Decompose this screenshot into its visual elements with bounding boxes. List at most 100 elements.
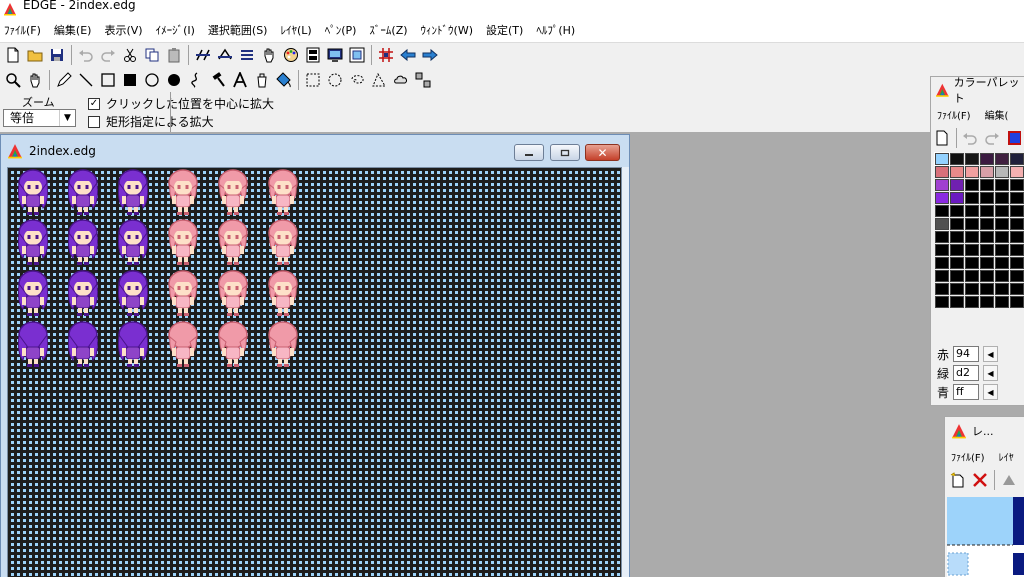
palette-swatch[interactable] bbox=[950, 205, 964, 217]
palette-swatch[interactable] bbox=[965, 296, 979, 308]
blue-value-input[interactable]: ff bbox=[953, 384, 979, 400]
palette-swatch[interactable] bbox=[935, 192, 949, 204]
menu-selection[interactable]: 選択範囲(S) bbox=[204, 22, 277, 38]
hammer-tool-button[interactable] bbox=[207, 69, 229, 91]
lasso-select-button[interactable] bbox=[346, 69, 368, 91]
text-tool-button[interactable] bbox=[229, 69, 251, 91]
new-layer-button[interactable] bbox=[947, 469, 969, 491]
copy-button[interactable] bbox=[141, 44, 163, 66]
palette-swatch[interactable] bbox=[935, 283, 949, 295]
palette-titlebar[interactable]: カラーパレット bbox=[931, 76, 1024, 105]
palette-swatch[interactable] bbox=[980, 153, 994, 165]
layer-up-button[interactable] bbox=[998, 469, 1020, 491]
palette-swatch[interactable] bbox=[1010, 283, 1024, 295]
film-button[interactable] bbox=[302, 44, 324, 66]
close-button[interactable]: ✕ bbox=[585, 144, 620, 161]
palette-swatch[interactable] bbox=[965, 283, 979, 295]
palette-swatch[interactable] bbox=[980, 231, 994, 243]
zoom-level-select[interactable]: 等倍 ▼ bbox=[3, 109, 76, 127]
palette-swatch[interactable] bbox=[935, 296, 949, 308]
palette-swatch[interactable] bbox=[965, 179, 979, 191]
palette-swatch[interactable] bbox=[995, 192, 1009, 204]
palette-swatch[interactable] bbox=[1010, 205, 1024, 217]
menu-edit[interactable]: 編集(E) bbox=[50, 22, 101, 38]
palette-swatch[interactable] bbox=[965, 270, 979, 282]
palette-swatch[interactable] bbox=[980, 270, 994, 282]
next-window-button[interactable] bbox=[419, 44, 441, 66]
zoom-tool-button[interactable] bbox=[2, 69, 24, 91]
palette-swatch[interactable] bbox=[980, 166, 994, 178]
line-tool-button[interactable] bbox=[75, 69, 97, 91]
palette-swatch[interactable] bbox=[1010, 179, 1024, 191]
palette-swatch[interactable] bbox=[1010, 166, 1024, 178]
vertical-scrollbar[interactable] bbox=[622, 167, 629, 577]
paste-button[interactable] bbox=[163, 44, 185, 66]
palette-swatch[interactable] bbox=[980, 205, 994, 217]
menu-layer[interactable]: ﾚｲﾔ(L) bbox=[276, 22, 320, 38]
palette-swatch[interactable] bbox=[935, 166, 949, 178]
menu-window[interactable]: ｳｨﾝﾄﾞｳ(W) bbox=[417, 22, 482, 38]
palette-swatch[interactable] bbox=[965, 205, 979, 217]
open-file-button[interactable] bbox=[24, 44, 46, 66]
new-file-button[interactable] bbox=[2, 44, 24, 66]
menu-view[interactable]: 表示(V) bbox=[100, 22, 151, 38]
palette-swatch[interactable] bbox=[995, 283, 1009, 295]
hand-scroll-button[interactable] bbox=[24, 69, 46, 91]
palette-swatch[interactable] bbox=[995, 218, 1009, 230]
preview-button[interactable] bbox=[324, 44, 346, 66]
rect-zoom-option[interactable]: 矩形指定による拡大 bbox=[88, 113, 214, 130]
palette-swatch[interactable] bbox=[950, 244, 964, 256]
menu-file[interactable]: ﾌｧｲﾙ(F) bbox=[0, 22, 50, 38]
grid-button[interactable] bbox=[375, 44, 397, 66]
palette-swatch[interactable] bbox=[980, 296, 994, 308]
undo-button[interactable] bbox=[75, 44, 97, 66]
palette-color-button[interactable] bbox=[1002, 127, 1024, 149]
fullscreen-button[interactable] bbox=[346, 44, 368, 66]
filled-rect-tool-button[interactable] bbox=[119, 69, 141, 91]
palette-swatch[interactable] bbox=[934, 152, 950, 166]
eraser-tool-button[interactable] bbox=[251, 69, 273, 91]
green-value-input[interactable]: d2 bbox=[953, 365, 979, 381]
menu-image[interactable]: ｲﾒｰｼﾞ(I) bbox=[152, 22, 204, 38]
palette-swatch[interactable] bbox=[965, 257, 979, 269]
palette-swatch[interactable] bbox=[965, 218, 979, 230]
palette-swatch[interactable] bbox=[995, 205, 1009, 217]
palette-swatch[interactable] bbox=[935, 231, 949, 243]
filled-ellipse-tool-button[interactable] bbox=[163, 69, 185, 91]
palette-swatch[interactable] bbox=[995, 179, 1009, 191]
palette-swatch[interactable] bbox=[995, 153, 1009, 165]
palette-swatch[interactable] bbox=[995, 270, 1009, 282]
menu-pen[interactable]: ﾍﾟﾝ(P) bbox=[321, 22, 366, 38]
ellipse-select-button[interactable] bbox=[324, 69, 346, 91]
palette-swatch[interactable] bbox=[950, 179, 964, 191]
palette-swatch[interactable] bbox=[995, 244, 1009, 256]
polygon-select-button[interactable] bbox=[368, 69, 390, 91]
red-value-input[interactable]: 94 bbox=[953, 346, 979, 362]
layer-menu-layer[interactable]: ﾚｲﾔ bbox=[993, 449, 1022, 464]
menu-zoom[interactable]: ｽﾞｰﾑ(Z) bbox=[365, 22, 416, 38]
stripe-button[interactable] bbox=[236, 44, 258, 66]
layer-thumbnail[interactable] bbox=[947, 497, 1024, 577]
palette-swatch[interactable] bbox=[980, 244, 994, 256]
palette-swatch[interactable] bbox=[965, 231, 979, 243]
palette-swatch[interactable] bbox=[965, 192, 979, 204]
redo-button[interactable] bbox=[97, 44, 119, 66]
palette-swatch[interactable] bbox=[995, 296, 1009, 308]
magic-select-button[interactable] bbox=[390, 69, 412, 91]
palette-swatch[interactable] bbox=[1010, 153, 1024, 165]
palette-swatch[interactable] bbox=[935, 205, 949, 217]
palette-swatch[interactable] bbox=[965, 166, 979, 178]
tile-select-button[interactable] bbox=[412, 69, 434, 91]
palette-swatch[interactable] bbox=[1010, 218, 1024, 230]
palette-new-button[interactable] bbox=[931, 127, 953, 149]
hand-tool-button[interactable] bbox=[258, 44, 280, 66]
palette-swatch[interactable] bbox=[935, 244, 949, 256]
palette-redo-button[interactable] bbox=[981, 127, 1003, 149]
palette-swatch[interactable] bbox=[950, 283, 964, 295]
palette-swatch[interactable] bbox=[995, 166, 1009, 178]
chevron-down-icon[interactable]: ▼ bbox=[59, 110, 75, 126]
palette-swatch[interactable] bbox=[950, 270, 964, 282]
palette-swatch[interactable] bbox=[950, 257, 964, 269]
palette-swatch[interactable] bbox=[935, 270, 949, 282]
rect-select-button[interactable] bbox=[302, 69, 324, 91]
